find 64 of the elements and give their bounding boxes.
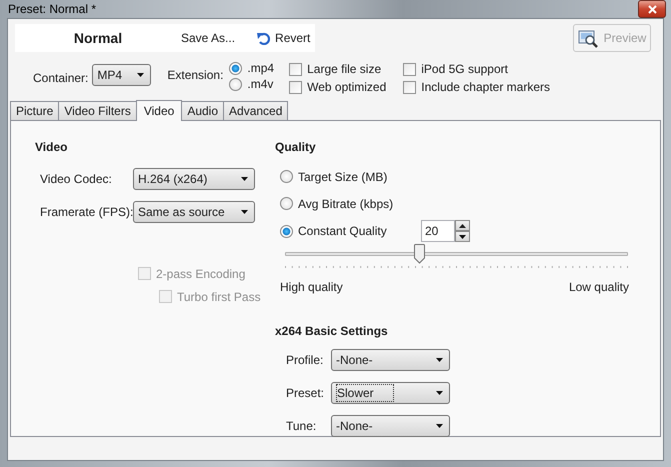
checkbox-label: Include chapter markers xyxy=(421,79,550,96)
spin-up-button[interactable] xyxy=(455,220,470,231)
radio-label: .m4v xyxy=(247,76,274,93)
radio-button[interactable] xyxy=(280,224,293,238)
checkbox[interactable] xyxy=(289,80,302,94)
dropdown[interactable]: H.264 (x264) xyxy=(133,168,255,190)
slider-thumb[interactable] xyxy=(414,244,425,264)
dropdown[interactable]: Same as source xyxy=(133,201,255,223)
checkbox-label: Large file size xyxy=(307,61,382,78)
radio-button[interactable] xyxy=(229,78,242,90)
checkbox-label: Turbo first Pass xyxy=(177,288,261,306)
spin-field[interactable]: 20 xyxy=(421,220,455,242)
section-heading: Quality xyxy=(275,139,317,156)
tab[interactable]: Video Filters xyxy=(58,101,137,120)
close-icon xyxy=(648,4,656,14)
undo-icon xyxy=(257,32,270,44)
spin-down-button[interactable] xyxy=(455,231,470,242)
section-heading: x264 Basic Settings xyxy=(275,323,389,340)
checkbox[interactable] xyxy=(289,62,302,76)
radio-label: Target Size (MB) xyxy=(298,168,388,186)
caret-icon xyxy=(436,358,443,362)
dropdown[interactable]: -None- xyxy=(331,349,450,371)
tab[interactable]: Picture xyxy=(10,101,60,120)
checkbox[interactable] xyxy=(403,80,416,94)
radio-label: Constant Quality xyxy=(298,223,388,240)
extension-label: Extension: xyxy=(167,67,224,84)
caret-icon xyxy=(436,424,443,428)
window-title: Preset: Normal * xyxy=(7,1,96,18)
checkbox-label: 2-pass Encoding xyxy=(156,266,246,282)
radio-label: Avg Bitrate (kbps) xyxy=(298,196,394,212)
caret-icon xyxy=(137,73,144,77)
checkbox[interactable] xyxy=(403,62,416,76)
save-as-button[interactable]: Save As... xyxy=(177,29,240,47)
caret-icon xyxy=(241,177,248,181)
field-label: Tune: xyxy=(285,418,318,435)
radio-label: .mp4 xyxy=(247,60,274,77)
radio-button[interactable] xyxy=(229,62,242,74)
close-button[interactable] xyxy=(638,0,666,18)
radio-button[interactable] xyxy=(280,170,293,183)
down-arrow-icon xyxy=(459,234,466,238)
preview-icon xyxy=(578,28,598,48)
caret-icon xyxy=(436,391,443,395)
caret-icon xyxy=(241,210,248,214)
section-heading: Video xyxy=(35,139,68,156)
checkbox-label: Web optimized xyxy=(307,79,386,96)
dropdown[interactable]: MP4 xyxy=(92,64,152,86)
field-label: Video Codec: xyxy=(39,171,113,188)
slider-max-label: Low quality xyxy=(568,279,629,296)
tab[interactable]: Video xyxy=(136,100,182,121)
container-label: Container: xyxy=(33,70,88,87)
field-label: Preset: xyxy=(285,385,326,402)
dropdown[interactable]: Slower xyxy=(331,382,450,404)
revert-button[interactable]: Revert xyxy=(253,29,314,47)
slider-min-label: High quality xyxy=(280,279,343,296)
preset-name: Normal xyxy=(72,28,124,48)
checkbox-label: iPod 5G support xyxy=(421,61,508,78)
field-label: Framerate (FPS): xyxy=(39,204,133,221)
up-arrow-icon xyxy=(459,224,466,228)
radio-button[interactable] xyxy=(280,197,293,210)
tab[interactable]: Advanced xyxy=(223,101,288,120)
tab[interactable]: Audio xyxy=(181,101,224,120)
slider[interactable] xyxy=(285,244,628,264)
dropdown[interactable]: -None- xyxy=(331,415,450,437)
field-label: Profile: xyxy=(285,352,324,369)
